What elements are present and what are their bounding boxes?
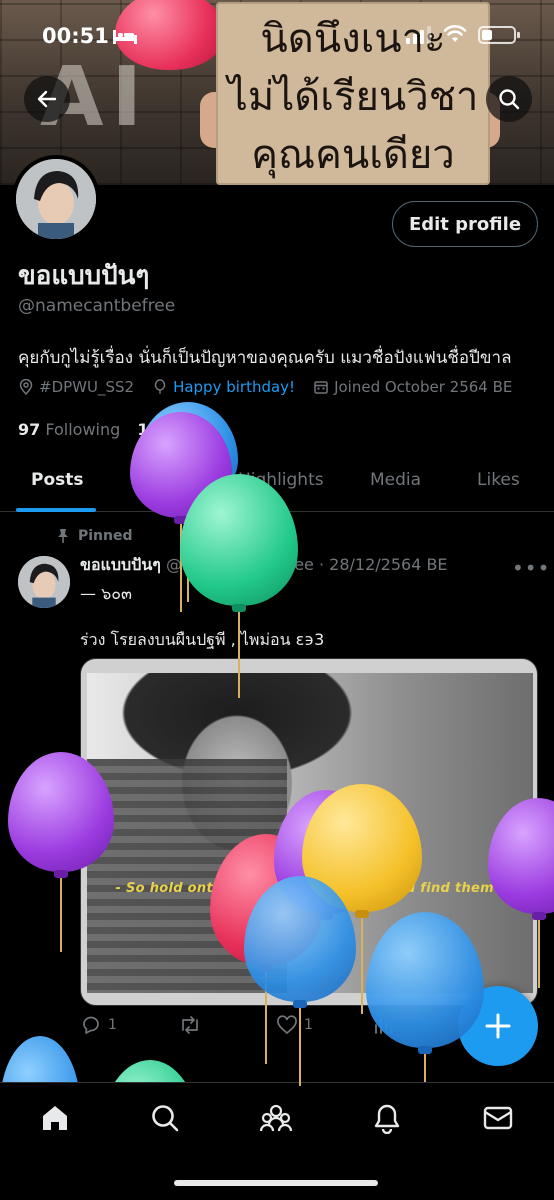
profile-bio: คุยกับกูไม่รู้เรื่อง นั่นก็เป็นปัญหาของค… [18, 348, 512, 368]
search-icon [499, 89, 520, 110]
like-count: 1 [304, 1017, 313, 1033]
post-header: ขอแบบปันๆ @namecantbefree · 28/12/2564 B… [80, 553, 448, 578]
user-handle: @namecantbefree [18, 296, 176, 316]
compose-button[interactable] [458, 986, 538, 1066]
birthday-item[interactable]: Happy birthday! [152, 378, 295, 396]
tab-highlights[interactable]: Highlights [238, 470, 324, 490]
following-count: 97 [18, 420, 41, 439]
cellular-signal-icon [406, 26, 431, 44]
photo-blinds [87, 759, 287, 993]
search-icon [152, 1105, 179, 1132]
tab-likes[interactable]: Likes [477, 470, 520, 490]
nav-messages[interactable] [481, 1101, 515, 1135]
edit-profile-button[interactable]: Edit profile [392, 201, 538, 247]
profile-meta: #DPWU_SS2 Happy birthday! Joined October… [18, 378, 530, 396]
repost-icon [182, 1016, 198, 1034]
tab-replies[interactable]: Replies [132, 470, 193, 490]
messages-icon [483, 1106, 513, 1130]
post-actions: 1 1 [80, 1014, 520, 1044]
arrow-left-icon [37, 90, 57, 108]
followers-link[interactable]: 10 [137, 420, 159, 439]
sign-line-3: คุณคนเดียว [251, 132, 455, 178]
views-button[interactable] [372, 1014, 394, 1036]
post-text: ร่วง โรยลงบนผืนปฐพี , ไพม่อน ε϶3 [80, 630, 325, 649]
status-bar: 00:51 [0, 20, 554, 56]
post-avatar[interactable] [18, 556, 70, 608]
reply-button[interactable]: 1 [80, 1014, 117, 1036]
like-button[interactable]: 1 [276, 1014, 313, 1036]
reply-icon [83, 1016, 99, 1034]
joined-item: Joined October 2564 BE [313, 378, 512, 396]
image-caption: - So hold onto someone good when you fin… [115, 881, 505, 896]
back-button[interactable] [24, 76, 70, 122]
pinned-text: Pinned [78, 528, 133, 544]
active-tab-indicator [16, 508, 96, 512]
follow-stats: 97 Following 10 [18, 420, 160, 439]
tab-posts[interactable]: Posts [31, 470, 84, 490]
sleep-focus-icon [113, 30, 137, 44]
nav-communities[interactable] [259, 1101, 293, 1135]
birthday-link[interactable]: Happy birthday! [173, 378, 295, 396]
plus-icon [485, 1013, 511, 1039]
notifications-icon [374, 1104, 400, 1134]
nav-home[interactable] [38, 1101, 72, 1135]
balloon-icon [154, 379, 166, 394]
home-indicator [174, 1180, 378, 1186]
communities-icon [259, 1104, 293, 1132]
location-pin-icon [19, 379, 33, 395]
status-time: 00:51 [42, 24, 109, 48]
nav-search[interactable] [148, 1101, 182, 1135]
balloon-green [102, 1060, 198, 1082]
home-icon [43, 1106, 67, 1130]
post-author-name[interactable]: ขอแบบปันๆ [80, 555, 161, 574]
joined-text: Joined October 2564 BE [334, 378, 513, 396]
nav-notifications[interactable] [370, 1101, 404, 1135]
avatar-photo [18, 556, 70, 608]
views-icon [375, 1018, 392, 1034]
more-options-icon[interactable]: ••• [512, 556, 550, 580]
following-link[interactable]: 97 Following [18, 420, 120, 439]
sign-line-2: ไม่ได้เรียนวิชา [227, 74, 479, 120]
battery-icon [478, 26, 520, 44]
post-subline: — ๖๐๓ [80, 584, 132, 603]
post-meta: @namecantbefree · 28/12/2564 BE [165, 555, 448, 574]
following-label: Following [45, 420, 121, 439]
reply-count: 1 [108, 1017, 117, 1033]
location-item: #DPWU_SS2 [18, 378, 134, 396]
pinned-label: Pinned [56, 528, 133, 544]
post-image[interactable]: - So hold onto someone good when you fin… [80, 658, 538, 1006]
calendar-icon [314, 381, 328, 394]
location-text: #DPWU_SS2 [39, 378, 135, 396]
profile-tabs: Posts Replies Highlights Media Likes [0, 456, 554, 512]
balloon-purple [130, 412, 232, 612]
display-name: ขอแบบปันๆ [18, 261, 150, 291]
balloon-blue [0, 1036, 80, 1082]
tab-media[interactable]: Media [370, 470, 421, 490]
followers-count: 10 [137, 420, 160, 439]
wifi-icon [443, 25, 467, 42]
repost-button[interactable] [178, 1014, 202, 1036]
profile-avatar[interactable] [12, 155, 100, 243]
search-profile-button[interactable] [486, 76, 532, 122]
pin-icon [58, 529, 68, 543]
heart-icon [277, 1015, 297, 1035]
avatar-photo [16, 159, 96, 239]
